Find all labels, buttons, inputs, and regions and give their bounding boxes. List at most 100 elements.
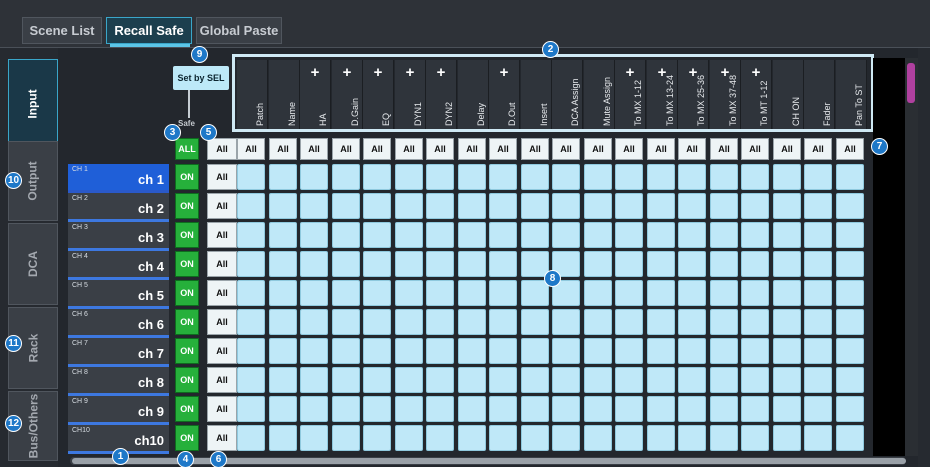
recall-safe-cell[interactable] — [647, 309, 675, 335]
recall-safe-cell[interactable] — [426, 164, 454, 190]
recall-safe-cell[interactable] — [647, 280, 675, 306]
channel-name-button[interactable]: CH 6 ch 6 — [68, 309, 169, 338]
recall-safe-cell[interactable] — [332, 193, 360, 219]
column-all-button[interactable]: All — [395, 138, 423, 160]
recall-safe-cell[interactable] — [584, 338, 612, 364]
recall-safe-cell[interactable] — [710, 164, 738, 190]
recall-safe-cell[interactable] — [237, 193, 265, 219]
recall-safe-cell[interactable] — [741, 367, 769, 393]
recall-safe-cell[interactable] — [741, 280, 769, 306]
recall-safe-cell[interactable] — [741, 251, 769, 277]
recall-safe-cell[interactable] — [426, 425, 454, 451]
recall-safe-cell[interactable] — [300, 280, 328, 306]
recall-safe-cell[interactable] — [489, 396, 517, 422]
recall-safe-cell[interactable] — [363, 338, 391, 364]
recall-safe-cell[interactable] — [615, 396, 643, 422]
vertical-scrollbar-thumb[interactable] — [907, 63, 915, 103]
recall-safe-cell[interactable] — [363, 193, 391, 219]
recall-safe-cell[interactable] — [489, 425, 517, 451]
row-all-button[interactable]: All — [207, 396, 237, 422]
recall-safe-cell[interactable] — [426, 338, 454, 364]
row-all-button[interactable]: All — [207, 280, 237, 306]
recall-safe-cell[interactable] — [521, 280, 549, 306]
recall-safe-cell[interactable] — [300, 164, 328, 190]
recall-safe-cell[interactable] — [710, 251, 738, 277]
recall-safe-cell[interactable] — [710, 193, 738, 219]
recall-safe-cell[interactable] — [489, 280, 517, 306]
recall-safe-cell[interactable] — [710, 280, 738, 306]
recall-safe-cell[interactable] — [836, 280, 864, 306]
recall-safe-cell[interactable] — [332, 338, 360, 364]
recall-safe-cell[interactable] — [678, 367, 706, 393]
safe-on-button[interactable]: ON — [175, 367, 199, 393]
column-all-button[interactable]: All — [773, 138, 801, 160]
recall-safe-cell[interactable] — [300, 222, 328, 248]
recall-safe-cell[interactable] — [773, 425, 801, 451]
recall-safe-cell[interactable] — [647, 251, 675, 277]
recall-safe-cell[interactable] — [678, 309, 706, 335]
recall-safe-cell[interactable] — [647, 367, 675, 393]
recall-safe-cell[interactable] — [489, 309, 517, 335]
recall-safe-cell[interactable] — [773, 193, 801, 219]
recall-safe-cell[interactable] — [836, 425, 864, 451]
column-all-button[interactable]: All — [426, 138, 454, 160]
recall-safe-cell[interactable] — [773, 280, 801, 306]
side-tab-dca[interactable]: DCA — [8, 223, 58, 305]
channel-name-button[interactable]: CH 3 ch 3 — [68, 222, 169, 251]
column-all-button[interactable]: All — [710, 138, 738, 160]
recall-safe-cell[interactable] — [269, 251, 297, 277]
recall-safe-cell[interactable] — [332, 164, 360, 190]
recall-safe-cell[interactable] — [363, 280, 391, 306]
set-by-sel-button[interactable]: Set by SEL — [173, 66, 229, 90]
recall-safe-cell[interactable] — [269, 193, 297, 219]
recall-safe-cell[interactable] — [237, 164, 265, 190]
recall-safe-cell[interactable] — [678, 222, 706, 248]
safe-on-button[interactable]: ON — [175, 280, 199, 306]
column-all-button[interactable]: All — [300, 138, 328, 160]
recall-safe-cell[interactable] — [836, 251, 864, 277]
column-all-button[interactable]: All — [237, 138, 265, 160]
row-all-button[interactable]: All — [207, 367, 237, 393]
recall-safe-cell[interactable] — [710, 367, 738, 393]
recall-safe-cell[interactable] — [426, 222, 454, 248]
recall-safe-cell[interactable] — [489, 164, 517, 190]
column-all-button[interactable]: All — [804, 138, 832, 160]
column-all-button[interactable]: All — [521, 138, 549, 160]
recall-safe-cell[interactable] — [804, 251, 832, 277]
recall-safe-cell[interactable] — [395, 367, 423, 393]
recall-safe-cell[interactable] — [489, 338, 517, 364]
recall-safe-cell[interactable] — [300, 396, 328, 422]
recall-safe-cell[interactable] — [300, 367, 328, 393]
column-all-button[interactable]: All — [836, 138, 864, 160]
recall-safe-cell[interactable] — [237, 280, 265, 306]
recall-safe-cell[interactable] — [552, 164, 580, 190]
recall-safe-cell[interactable] — [269, 396, 297, 422]
all-rows-all-button[interactable]: All — [207, 138, 237, 160]
recall-safe-cell[interactable] — [300, 251, 328, 277]
recall-safe-cell[interactable] — [773, 309, 801, 335]
recall-safe-cell[interactable] — [773, 338, 801, 364]
recall-safe-cell[interactable] — [836, 222, 864, 248]
recall-safe-cell[interactable] — [615, 251, 643, 277]
recall-safe-cell[interactable] — [804, 309, 832, 335]
recall-safe-cell[interactable] — [237, 338, 265, 364]
recall-safe-cell[interactable] — [615, 193, 643, 219]
recall-safe-cell[interactable] — [237, 396, 265, 422]
row-all-button[interactable]: All — [207, 193, 237, 219]
safe-on-button[interactable]: ON — [175, 251, 199, 277]
recall-safe-cell[interactable] — [395, 251, 423, 277]
channel-name-button[interactable]: CH 2 ch 2 — [68, 193, 169, 222]
vertical-scrollbar[interactable] — [905, 58, 918, 456]
channel-name-button[interactable]: CH 7 ch 7 — [68, 338, 169, 367]
recall-safe-cell[interactable] — [363, 425, 391, 451]
recall-safe-cell[interactable] — [300, 425, 328, 451]
recall-safe-cell[interactable] — [584, 309, 612, 335]
recall-safe-cell[interactable] — [773, 164, 801, 190]
recall-safe-cell[interactable] — [332, 251, 360, 277]
recall-safe-cell[interactable] — [363, 309, 391, 335]
recall-safe-cell[interactable] — [332, 367, 360, 393]
recall-safe-cell[interactable] — [300, 309, 328, 335]
recall-safe-cell[interactable] — [552, 396, 580, 422]
recall-safe-cell[interactable] — [615, 338, 643, 364]
recall-safe-cell[interactable] — [458, 280, 486, 306]
